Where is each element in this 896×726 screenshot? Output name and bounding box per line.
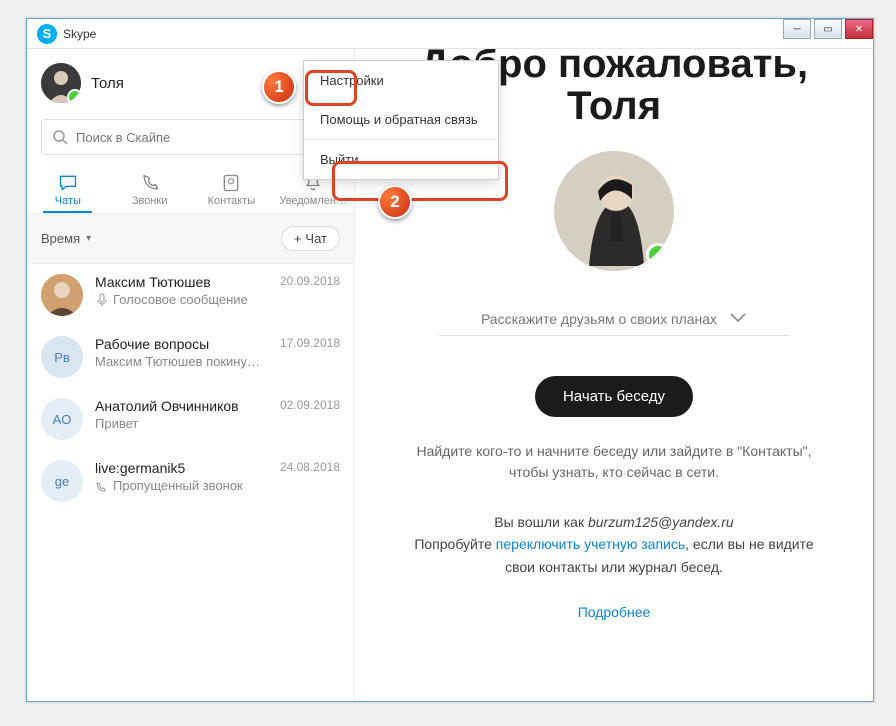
- window-title: Skype: [63, 27, 96, 41]
- hint-text: Найдите кого-то и начните беседу или зай…: [404, 441, 824, 483]
- titlebar: S Skype ─ ▭ ✕: [27, 19, 873, 49]
- highlight-ring-1: [305, 70, 357, 106]
- chat-avatar: [41, 274, 83, 316]
- close-button[interactable]: ✕: [845, 19, 873, 39]
- tab-label: Контакты: [208, 195, 256, 207]
- maximize-button[interactable]: ▭: [814, 19, 842, 39]
- sort-dropdown[interactable]: Время ▾: [41, 231, 91, 246]
- chat-name: Рабочие вопросы: [95, 336, 209, 352]
- plus-icon: +: [294, 231, 302, 246]
- callout-marker-2: 2: [378, 185, 412, 219]
- callout-marker-1: 1: [262, 70, 296, 104]
- login-info: Вы вошли как burzum125@yandex.ru Попробу…: [404, 511, 824, 578]
- chevron-down-icon: ▾: [86, 233, 91, 244]
- search-input[interactable]: [76, 130, 329, 145]
- chat-avatar: AO: [41, 398, 83, 440]
- new-chat-button[interactable]: + Чат: [281, 226, 340, 251]
- chat-icon: [57, 173, 79, 193]
- start-conversation-button[interactable]: Начать беседу: [535, 376, 693, 417]
- chat-preview: Привет: [95, 416, 340, 431]
- search-icon: [52, 129, 68, 145]
- missed-call-icon: [95, 479, 109, 493]
- status-placeholder: Расскажите друзьям о своих планах: [481, 311, 717, 327]
- profile-avatar-large[interactable]: [554, 151, 674, 271]
- chat-date: 17.09.2018: [280, 336, 340, 352]
- chat-item[interactable]: ge live:germanik5 24.08.2018 Пропущенный…: [27, 450, 354, 512]
- sort-label: Время: [41, 231, 80, 246]
- chat-date: 20.09.2018: [280, 274, 340, 290]
- phone-icon: [139, 173, 161, 193]
- window-buttons: ─ ▭ ✕: [780, 19, 873, 39]
- chat-name: Анатолий Овчинников: [95, 398, 239, 414]
- tab-calls[interactable]: Звонки: [109, 163, 191, 213]
- chat-item[interactable]: Максим Тютюшев 20.09.2018 Голосовое сооб…: [27, 264, 354, 326]
- section-header: Время ▾ + Чат: [27, 214, 354, 264]
- mic-icon: [95, 293, 109, 307]
- chat-avatar: Рв: [41, 336, 83, 378]
- chat-name: live:germanik5: [95, 460, 185, 476]
- self-avatar[interactable]: [41, 63, 81, 103]
- highlight-ring-2: [332, 161, 508, 201]
- chat-preview: Пропущенный звонок: [95, 478, 340, 493]
- chat-avatar: ge: [41, 460, 83, 502]
- status-input[interactable]: Расскажите друзьям о своих планах: [439, 311, 789, 336]
- chat-item[interactable]: AO Анатолий Овчинников 02.09.2018 Привет: [27, 388, 354, 450]
- edit-chevron-icon: [729, 312, 747, 326]
- chat-list: Максим Тютюшев 20.09.2018 Голосовое сооб…: [27, 264, 354, 701]
- chat-preview: Голосовое сообщение: [95, 292, 340, 307]
- tab-contacts[interactable]: Контакты: [191, 163, 273, 213]
- contacts-icon: [220, 173, 242, 193]
- chat-date: 02.09.2018: [280, 398, 340, 414]
- chat-preview: Максим Тютюшев покину…: [95, 354, 340, 369]
- login-email: burzum125@yandex.ru: [588, 514, 734, 530]
- learn-more-link[interactable]: Подробнее: [578, 604, 651, 620]
- switch-account-link[interactable]: переключить учетную запись: [496, 536, 685, 552]
- chat-item[interactable]: Рв Рабочие вопросы 17.09.2018 Максим Тют…: [27, 326, 354, 388]
- tab-label: Звонки: [132, 195, 168, 207]
- search-box[interactable]: [41, 119, 340, 155]
- new-chat-label: Чат: [305, 231, 327, 246]
- tab-label: Чаты: [55, 195, 81, 207]
- tab-chats[interactable]: Чаты: [27, 163, 109, 213]
- chat-name: Максим Тютюшев: [95, 274, 211, 290]
- minimize-button[interactable]: ─: [783, 19, 811, 39]
- self-name: Толя: [91, 75, 124, 92]
- skype-logo-icon: S: [37, 24, 57, 44]
- chat-date: 24.08.2018: [280, 460, 340, 476]
